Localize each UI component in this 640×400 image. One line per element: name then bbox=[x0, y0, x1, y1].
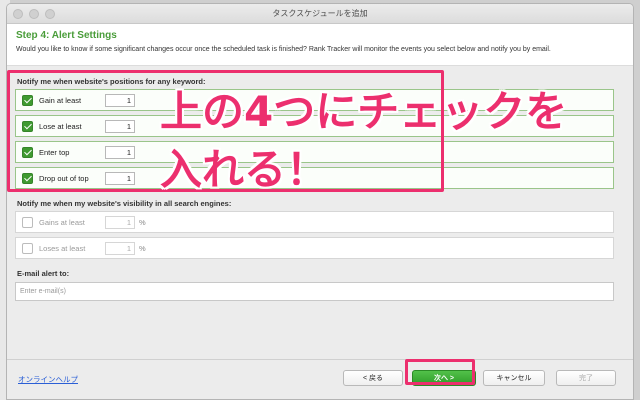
gains-at-least-checkbox[interactable] bbox=[22, 216, 33, 228]
gains-percent-unit: % bbox=[139, 217, 146, 227]
close-window-button[interactable] bbox=[13, 9, 23, 19]
cancel-button[interactable]: キャンセル bbox=[483, 370, 545, 386]
email-alert-label: E-mail alert to: bbox=[17, 269, 70, 278]
loses-at-least-checkbox[interactable] bbox=[22, 242, 33, 254]
step-header: Step 4: Alert Settings Would you like to… bbox=[7, 24, 633, 66]
loses-at-least-input[interactable]: 1 bbox=[105, 241, 135, 255]
back-button[interactable]: < 戻る bbox=[343, 370, 403, 386]
dialog-window: タスクスケジュールを追加 Step 4: Alert Settings Woul… bbox=[6, 3, 634, 400]
visibility-section-label: Notify me when my website's visibility i… bbox=[17, 199, 232, 208]
window-controls bbox=[13, 9, 55, 19]
step-title: Step 4: Alert Settings bbox=[16, 30, 117, 41]
step-description: Would you like to know if some significa… bbox=[16, 46, 551, 53]
loses-at-least-row: Loses at least 1 % bbox=[15, 237, 614, 259]
annotation-highlight-next bbox=[405, 359, 475, 385]
online-help-link[interactable]: オンラインヘルプ bbox=[18, 374, 78, 385]
finish-button[interactable]: 完了 bbox=[556, 370, 616, 386]
zoom-window-button[interactable] bbox=[45, 9, 55, 19]
dialog-footer: オンラインヘルプ < 戻る 次へ > キャンセル 完了 bbox=[7, 359, 633, 399]
gains-at-least-row: Gains at least 1 % bbox=[15, 211, 614, 233]
loses-percent-unit: % bbox=[139, 243, 146, 253]
window-title: タスクスケジュールを追加 bbox=[272, 9, 368, 18]
annotation-text-line1: 上の4つにチェックを bbox=[160, 87, 568, 136]
gains-at-least-input[interactable]: 1 bbox=[105, 215, 135, 229]
gains-at-least-label: Gains at least bbox=[39, 217, 85, 227]
title-bar: タスクスケジュールを追加 bbox=[7, 4, 633, 24]
loses-at-least-label: Loses at least bbox=[39, 243, 86, 253]
email-alert-input[interactable]: Enter e-mail(s) bbox=[15, 282, 614, 301]
minimize-window-button[interactable] bbox=[29, 9, 39, 19]
annotation-text-line2: 入れる！ bbox=[160, 145, 329, 194]
